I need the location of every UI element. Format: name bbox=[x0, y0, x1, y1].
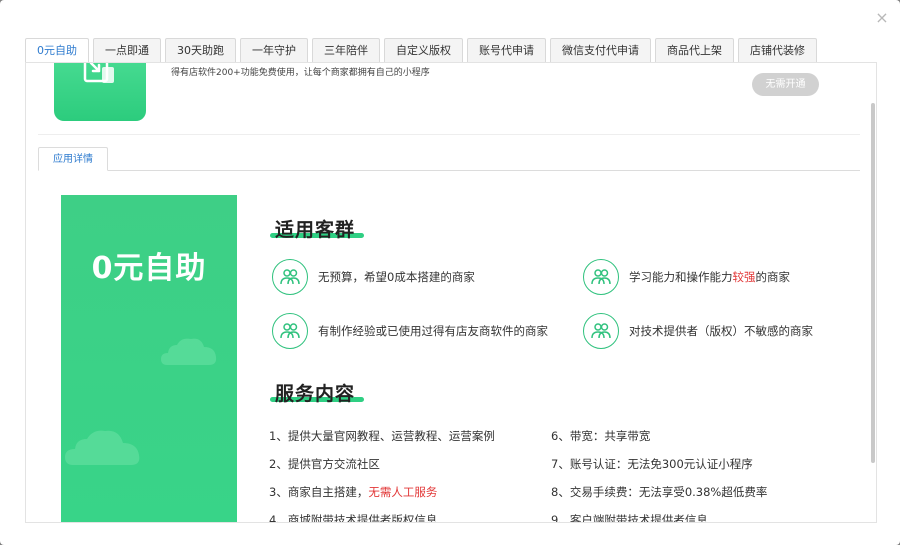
audience-item: 有制作经验或已使用过得有店友商软件的商家 bbox=[272, 313, 548, 349]
people-icon bbox=[272, 313, 308, 349]
app-detail-modal: × 0元自助 一点即通 30天助跑 一年守护 三年陪伴 自定义版权 账号代申请 … bbox=[0, 0, 900, 545]
people-icon bbox=[272, 259, 308, 295]
service-item: 1、提供大量官网教程、运营教程、运营案例 bbox=[269, 429, 495, 443]
divider bbox=[38, 134, 860, 135]
content-panel[interactable]: 得有店软件200+功能免费使用，让每个商家都拥有自己的小程序 无需开通 应用详情… bbox=[25, 62, 877, 523]
service-item: 6、带宽：共享带宽 bbox=[551, 429, 651, 443]
tab-app-details[interactable]: 应用详情 bbox=[38, 147, 108, 171]
service-item: 9、客户端附带技术提供者信息 bbox=[551, 513, 708, 523]
service-item: 8、交易手续费：无法享受0.38%超低费率 bbox=[551, 485, 768, 499]
close-icon[interactable]: × bbox=[874, 10, 890, 26]
highlight-text: 较强 bbox=[732, 270, 756, 284]
highlight-text: 无需人工服务 bbox=[368, 485, 438, 499]
scrollbar-track[interactable] bbox=[870, 63, 876, 522]
service-item: 7、账号认证：无法免300元认证小程序 bbox=[551, 457, 753, 471]
cloud-icon bbox=[161, 338, 217, 365]
audience-text: 无预算，希望0成本搭建的商家 bbox=[318, 270, 475, 284]
cloud-icon bbox=[65, 430, 140, 465]
people-icon bbox=[583, 313, 619, 349]
tab-one-click[interactable]: 一点即通 bbox=[93, 38, 161, 62]
audience-text: 学习能力和操作能力较强的商家 bbox=[629, 270, 790, 284]
document-icon bbox=[83, 63, 114, 83]
plan-tabs: 0元自助 一点即通 30天助跑 一年守护 三年陪伴 自定义版权 账号代申请 微信… bbox=[25, 38, 817, 63]
app-icon bbox=[54, 63, 146, 121]
audience-item: 学习能力和操作能力较强的商家 bbox=[583, 259, 790, 295]
service-item: 3、商家自主搭建，无需人工服务 bbox=[269, 485, 438, 499]
tab-custom-copyright[interactable]: 自定义版权 bbox=[384, 38, 463, 62]
services-title: 服务内容 bbox=[275, 383, 356, 405]
tab-store-decoration[interactable]: 店铺代装修 bbox=[738, 38, 817, 62]
hero-title: 0元自助 bbox=[91, 251, 207, 286]
no-activation-button[interactable]: 无需开通 bbox=[752, 73, 819, 96]
tab-three-year-companion[interactable]: 三年陪伴 bbox=[312, 38, 380, 62]
audience-text: 对技术提供者（版权）不敏感的商家 bbox=[629, 324, 813, 338]
scrollbar-thumb[interactable] bbox=[871, 103, 875, 463]
subtab-divider bbox=[38, 170, 860, 171]
tab-wechat-pay-application[interactable]: 微信支付代申请 bbox=[550, 38, 651, 62]
service-item: 2、提供官方交流社区 bbox=[269, 457, 380, 471]
people-icon bbox=[583, 259, 619, 295]
audience-text: 有制作经验或已使用过得有店友商软件的商家 bbox=[318, 324, 548, 338]
tab-30-day-run[interactable]: 30天助跑 bbox=[165, 38, 236, 62]
audience-title: 适用客群 bbox=[275, 219, 356, 241]
tab-0-self-service[interactable]: 0元自助 bbox=[25, 38, 89, 63]
tab-account-application[interactable]: 账号代申请 bbox=[467, 38, 546, 62]
tab-one-year-guard[interactable]: 一年守护 bbox=[240, 38, 308, 62]
audience-item: 无预算，希望0成本搭建的商家 bbox=[272, 259, 475, 295]
app-description: 得有店软件200+功能免费使用，让每个商家都拥有自己的小程序 bbox=[171, 68, 430, 78]
service-item: 4、商城附带技术提供者版权信息 bbox=[269, 513, 438, 523]
hero-banner: 0元自助 bbox=[61, 195, 237, 522]
tab-product-listing[interactable]: 商品代上架 bbox=[655, 38, 734, 62]
audience-item: 对技术提供者（版权）不敏感的商家 bbox=[583, 313, 813, 349]
